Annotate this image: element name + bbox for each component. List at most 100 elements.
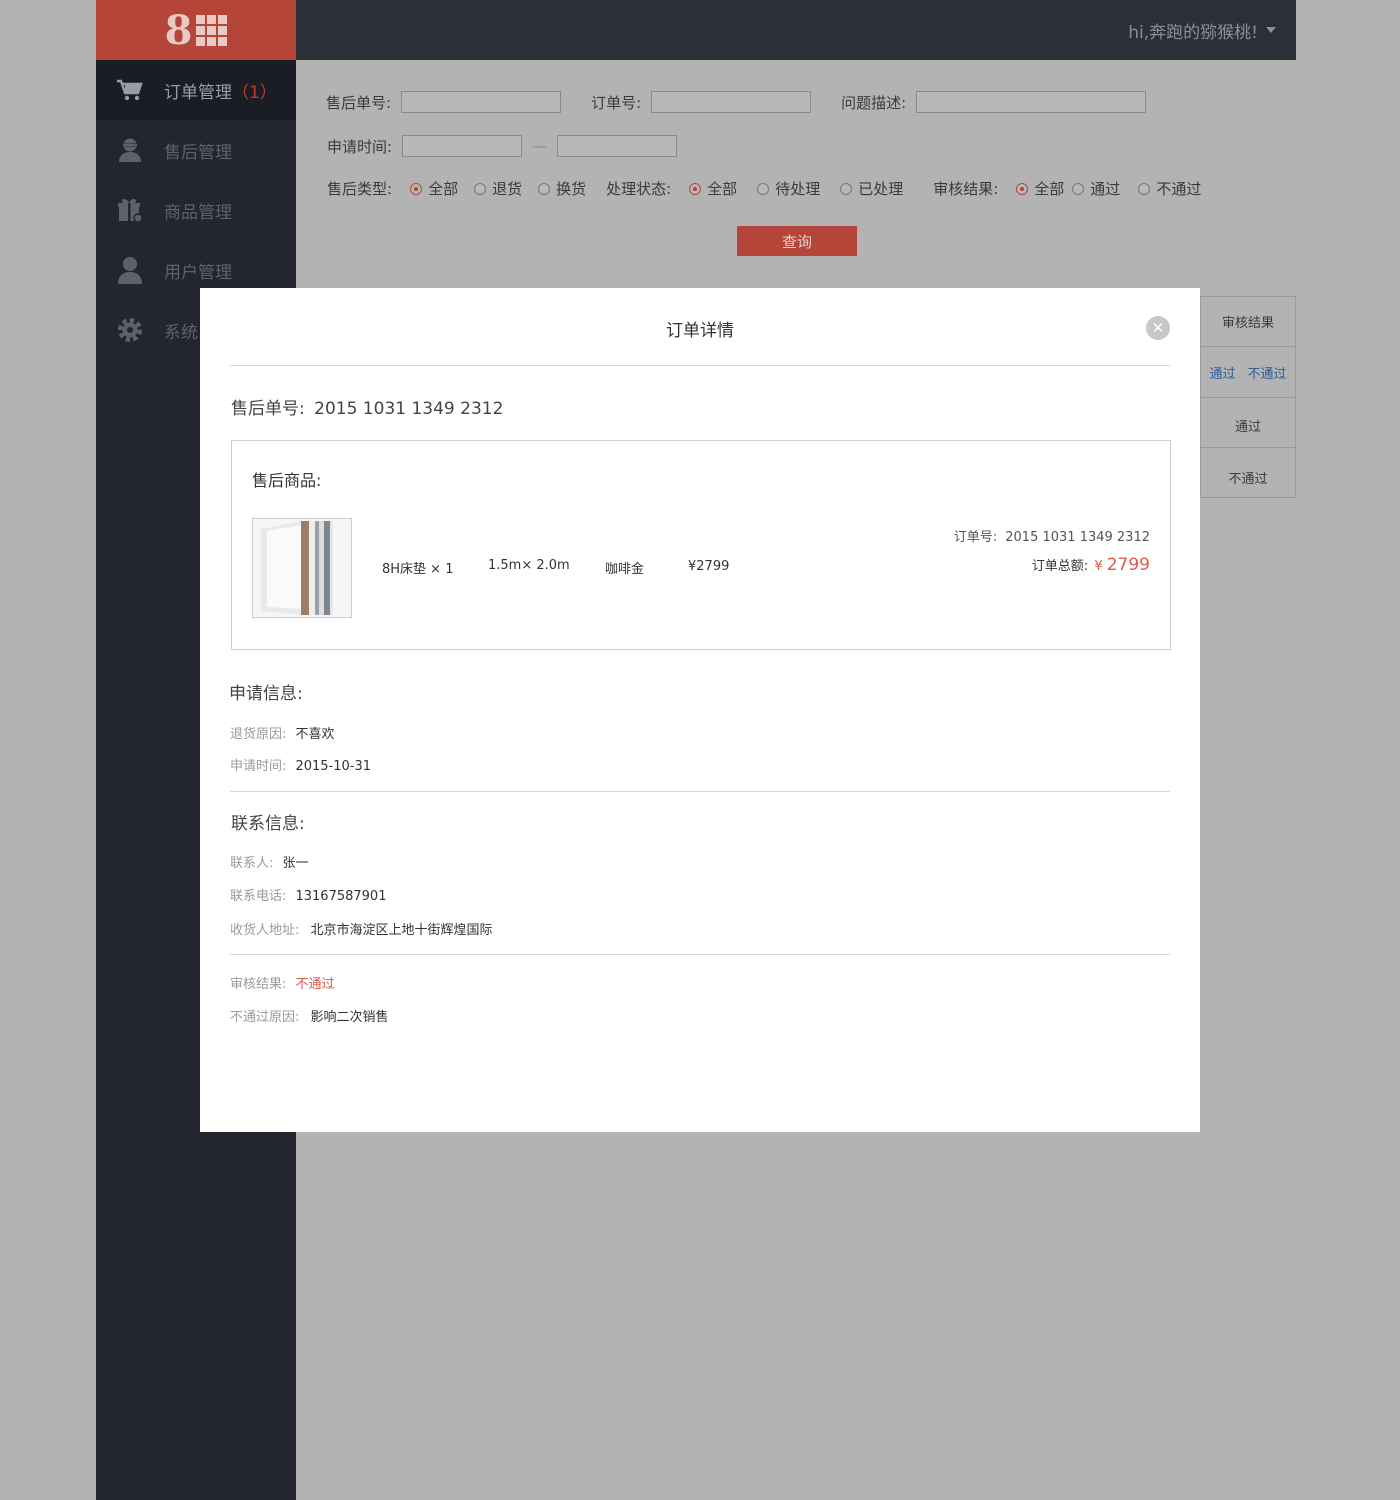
type-label: 售后类型: [327, 180, 393, 198]
sidebar-item-orders[interactable]: 订单管理 （1） [96, 60, 296, 120]
address-label: 收货人地址: [230, 923, 300, 938]
date-range-separator: — [532, 137, 548, 155]
review-result-value: 不通过 [295, 977, 335, 992]
filter-row-2: 申请时间: — [327, 135, 678, 157]
order-total-row: 订单总额: ¥ 2799 [1032, 555, 1150, 575]
sidebar-item-after-sales[interactable]: 售后管理 [96, 120, 296, 180]
contact-person-value: 张一 [282, 856, 309, 871]
product-price: ¥2799 [688, 559, 730, 574]
table-row: 通过 [1201, 398, 1295, 448]
mattress-image [253, 519, 351, 617]
address-row: 收货人地址: 北京市海淀区上地十街辉煌国际 [230, 919, 493, 938]
product-size: 1.5m× 2.0m [488, 558, 570, 573]
review-result-row: 审核结果: 不通过 [230, 973, 335, 992]
modal-title: 订单详情 [666, 321, 734, 341]
order-total-value: 2799 [1106, 555, 1150, 575]
after-sale-no-label: 售后单号: [231, 399, 305, 419]
after-sale-no-input[interactable] [401, 91, 562, 113]
type-radio-all[interactable]: 全部 [410, 178, 458, 199]
radio-unchecked-icon [1072, 182, 1085, 195]
radio-label: 不通过 [1156, 180, 1202, 198]
status-radio-pending[interactable]: 待处理 [757, 178, 820, 199]
logo[interactable]: 8 [96, 0, 296, 60]
return-reason-value: 不喜欢 [295, 727, 335, 742]
currency-symbol: ¥ [1094, 559, 1103, 574]
product-thumbnail[interactable] [252, 518, 352, 618]
user-greeting: hi,奔跑的猕猴桃! [1128, 22, 1258, 43]
gear-icon [116, 316, 144, 344]
caret-down-icon [1266, 27, 1276, 33]
apply-time-label: 申请时间: [327, 137, 393, 156]
product-color: 咖啡金 [605, 562, 645, 577]
contact-person-row: 联系人: 张一 [230, 852, 309, 871]
after-sale-no-row: 售后单号: 2015 1031 1349 2312 [231, 394, 503, 419]
order-no-value: 2015 1031 1349 2312 [1005, 530, 1150, 545]
apply-time-label: 申请时间: [230, 759, 287, 774]
address-value: 北京市海淀区上地十街辉煌国际 [310, 923, 493, 938]
query-button[interactable]: 查询 [737, 226, 857, 256]
radio-unchecked-icon [840, 182, 853, 195]
agent-icon [116, 136, 144, 164]
after-sale-no-value: 2015 1031 1349 2312 [314, 399, 504, 419]
contact-phone-row: 联系电话: 13167587901 [230, 885, 386, 904]
radio-label: 待处理 [775, 180, 821, 198]
status-radio-all[interactable]: 全部 [689, 178, 737, 199]
reject-reason-row: 不通过原因: 影响二次销售 [230, 1006, 389, 1025]
pass-link[interactable]: 通过 [1209, 363, 1235, 382]
radio-label: 全部 [707, 180, 738, 198]
type-radio-exchange[interactable]: 换货 [538, 178, 586, 199]
results-table-fragment: 审核结果 通过 不通过 通过 不通过 [1200, 296, 1296, 498]
radio-label: 通过 [1090, 180, 1121, 198]
status-label: 处理状态: [606, 180, 672, 198]
fail-link[interactable]: 不通过 [1248, 363, 1287, 382]
radio-label: 换货 [556, 180, 587, 198]
sidebar-item-label: 系统 [164, 322, 198, 343]
table-row: 通过 不通过 [1201, 347, 1295, 398]
sidebar-item-label: 商品管理 [164, 202, 232, 223]
review-radio-fail[interactable]: 不通过 [1138, 178, 1201, 199]
radio-label: 全部 [1034, 180, 1065, 198]
apply-time-start-input[interactable] [402, 135, 523, 157]
reject-reason-value: 影响二次销售 [310, 1010, 389, 1025]
review-radio-pass[interactable]: 通过 [1072, 178, 1120, 199]
divider [230, 954, 1170, 955]
user-menu[interactable]: hi,奔跑的猕猴桃! [1128, 0, 1276, 60]
order-no-input[interactable] [651, 91, 812, 113]
radio-checked-icon [410, 182, 423, 195]
close-icon[interactable]: ✕ [1146, 316, 1170, 340]
problem-desc-input[interactable] [916, 91, 1147, 113]
radio-checked-icon [689, 182, 702, 195]
logo-grid-icon [196, 14, 228, 46]
radio-label: 全部 [428, 180, 459, 198]
order-no-row: 订单号: 2015 1031 1349 2312 [954, 526, 1150, 545]
top-bar: hi,奔跑的猕猴桃! [296, 0, 1296, 60]
goods-box: 售后商品: 8H床垫 × 1 1.5m× 2.0m 咖啡金 ¥2799 订单号:… [231, 440, 1171, 650]
gift-icon [116, 196, 144, 224]
apply-time-value: 2015-10-31 [295, 759, 372, 774]
radio-unchecked-icon [538, 182, 551, 195]
filter-row-1: 售后单号: 订单号: 问题描述: [326, 91, 1147, 113]
problem-desc-label: 问题描述: [841, 93, 907, 112]
filter-row-3: 售后类型: 全部 退货 换货 处理状态: 全部 待处理 已处理 审核结果: 全部… [327, 178, 1217, 199]
radio-checked-icon [1016, 182, 1029, 195]
sidebar-item-products[interactable]: 商品管理 [96, 180, 296, 240]
apply-info-heading: 申请信息: [229, 684, 303, 704]
reject-reason-label: 不通过原因: [230, 1010, 300, 1025]
table-header-review: 审核结果 [1201, 297, 1295, 347]
order-no-label: 订单号: [953, 530, 998, 545]
contact-phone-value: 13167587901 [295, 889, 387, 904]
radio-label: 已处理 [858, 180, 904, 198]
contact-phone-label: 联系电话: [230, 889, 287, 904]
status-radio-done[interactable]: 已处理 [840, 178, 903, 199]
radio-unchecked-icon [474, 182, 487, 195]
apply-time-end-input[interactable] [557, 135, 678, 157]
radio-label: 退货 [492, 180, 523, 198]
type-radio-return[interactable]: 退货 [474, 178, 522, 199]
order-total-label: 订单总额: [1031, 559, 1089, 574]
return-reason-label: 退货原因: [230, 727, 287, 742]
divider [230, 365, 1170, 366]
cart-icon [116, 76, 144, 104]
user-icon [116, 256, 144, 284]
radio-unchecked-icon [1138, 182, 1151, 195]
review-radio-all[interactable]: 全部 [1016, 178, 1064, 199]
